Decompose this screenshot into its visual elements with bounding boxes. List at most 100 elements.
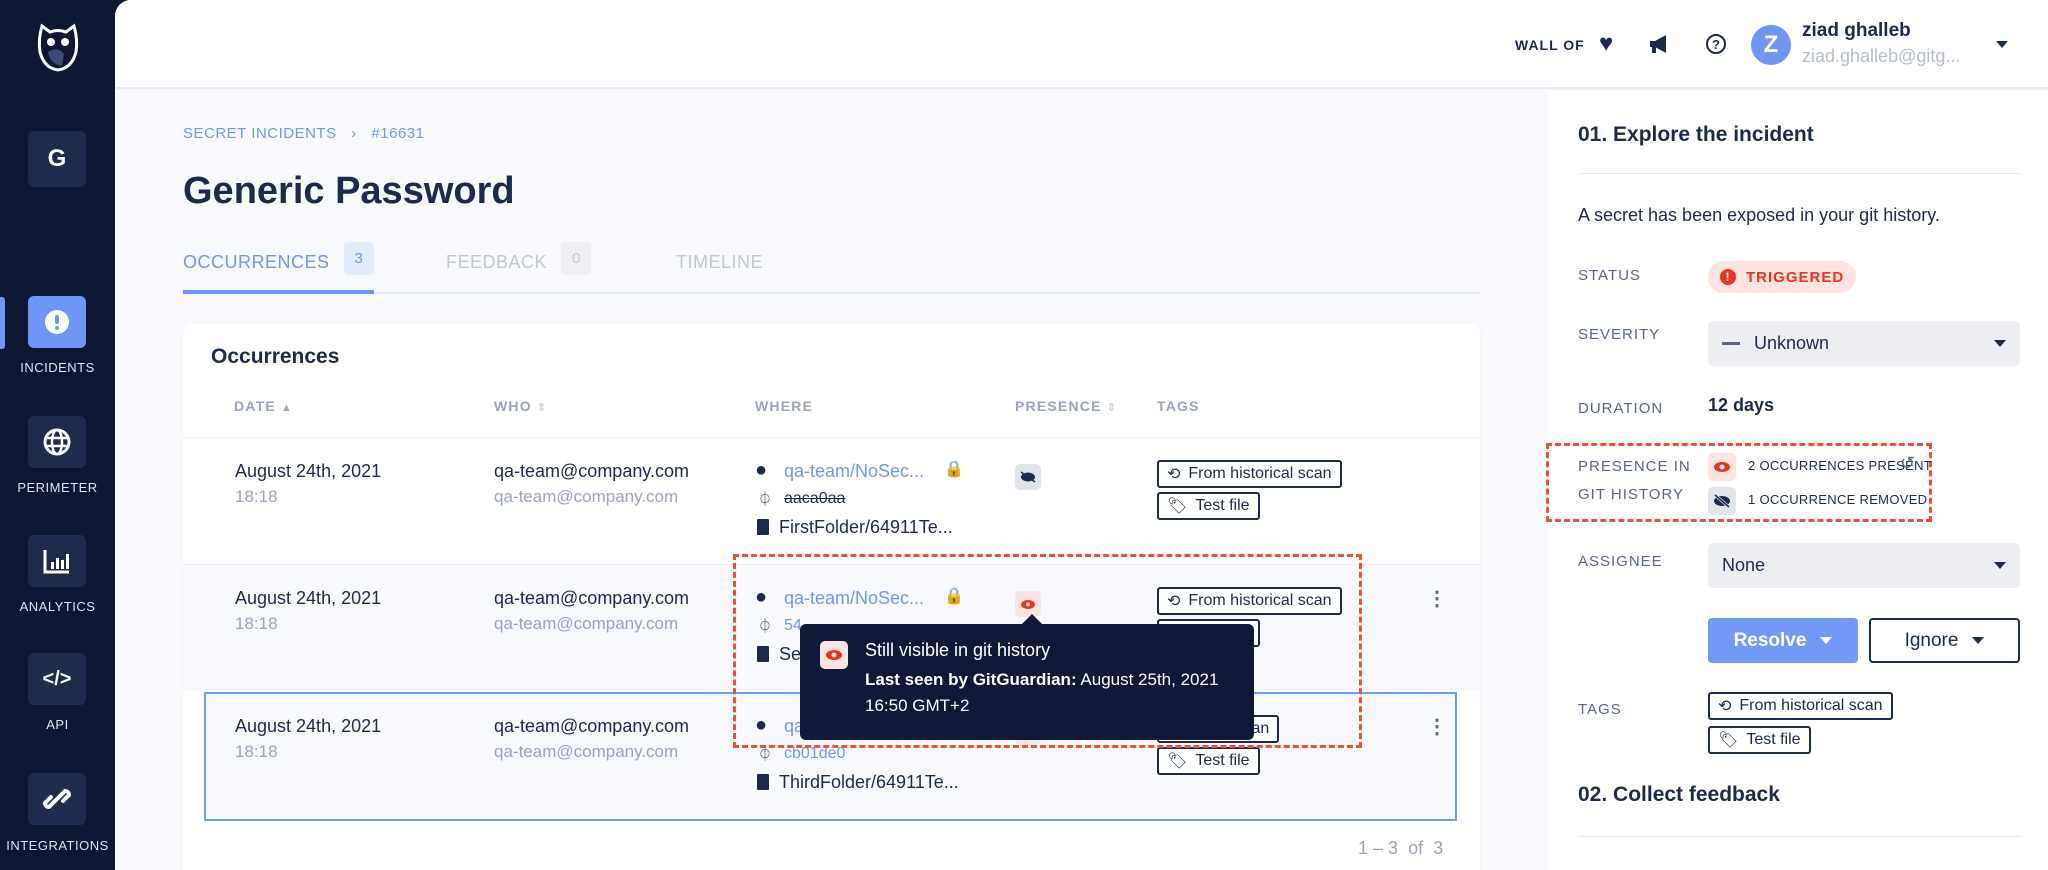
breadcrumb: SECRET INCIDENTS › #16631 bbox=[183, 125, 424, 142]
tab-feedback[interactable]: FEEDBACK 0 bbox=[446, 242, 592, 275]
divider bbox=[1578, 173, 2022, 174]
org-switcher[interactable]: G bbox=[28, 131, 86, 187]
kebab-menu-icon[interactable]: ⋮ bbox=[1427, 586, 1447, 611]
tab-count: 3 bbox=[343, 242, 374, 275]
tag-icon: 🏷 bbox=[1718, 732, 1739, 749]
sidebar-item-perimeter[interactable] bbox=[28, 416, 86, 468]
resolve-label: Resolve bbox=[1733, 629, 1807, 651]
tag-label: Test file bbox=[1746, 731, 1801, 748]
tag-label: Test file bbox=[1195, 752, 1250, 769]
ignore-button[interactable]: Ignore bbox=[1869, 618, 2020, 663]
pagination-range: 1 – 3 bbox=[1358, 838, 1399, 858]
gitguardian-owl-logo[interactable] bbox=[36, 22, 80, 72]
eye-icon bbox=[820, 641, 848, 669]
section-title: 02. Collect feedback bbox=[1578, 783, 1780, 806]
sort-icon: ⇕ bbox=[536, 402, 548, 414]
tooltip-label: Last seen by GitGuardian: bbox=[865, 670, 1077, 689]
status-value: TRIGGERED bbox=[1746, 268, 1845, 286]
alert-icon: ! bbox=[1720, 269, 1736, 285]
pagination: 1 – 3 of 3 bbox=[1358, 838, 1443, 859]
occurrences-title: Occurrences bbox=[211, 345, 340, 368]
column-tags: TAGS bbox=[1157, 398, 1200, 414]
panel-description: A secret has been exposed in your git hi… bbox=[1578, 205, 1940, 225]
occurrence-date: August 24th, 2021 bbox=[235, 716, 382, 736]
occurrence-date: August 24th, 2021 bbox=[235, 588, 382, 608]
user-menu-caret-icon[interactable] bbox=[1996, 41, 2008, 48]
tab-occurrences[interactable]: OCCURRENCES 3 bbox=[183, 242, 374, 294]
tab-count: 0 bbox=[561, 242, 592, 275]
author-email: qa-team@company.com bbox=[494, 461, 690, 481]
presence-label: PRESENCE IN bbox=[1578, 458, 1691, 475]
sidebar-label: INCIDENTS bbox=[20, 360, 95, 375]
eye-slash-icon bbox=[1708, 487, 1736, 515]
avatar-initial: Z bbox=[1763, 31, 1779, 58]
history-icon: ⟲ bbox=[1167, 466, 1181, 483]
tag: 🏷 Test file bbox=[1157, 747, 1260, 775]
assignee-value: None bbox=[1722, 555, 1766, 575]
file-path[interactable]: FirstFolder/64911Te... bbox=[779, 517, 953, 538]
column-who[interactable]: WHO ⇕ bbox=[494, 398, 547, 414]
avatar[interactable]: Z bbox=[1751, 25, 1791, 65]
author-email: qa-team@company.com bbox=[494, 716, 690, 736]
occurrences-removed: 1 OCCURRENCE REMOVED bbox=[1748, 492, 1928, 507]
refresh-icon[interactable]: ↺ bbox=[1900, 453, 1915, 474]
tooltip-body: Last seen by GitGuardian: August 25th, 2… bbox=[865, 667, 1234, 719]
sidebar-item-integrations[interactable] bbox=[28, 773, 86, 825]
tag: 🏷 Test file bbox=[1708, 726, 1811, 754]
sidebar-label: API bbox=[46, 717, 69, 732]
tag-label: From historical scan bbox=[1188, 465, 1332, 482]
severity-select[interactable]: Unknown bbox=[1708, 321, 2020, 366]
sidebar-item-analytics[interactable] bbox=[28, 535, 86, 587]
dash-icon bbox=[1722, 342, 1740, 345]
panel-title: 01. Explore the incident bbox=[1578, 123, 1814, 146]
severity-value: Unknown bbox=[1754, 333, 1830, 353]
kebab-menu-icon[interactable]: ⋮ bbox=[1427, 714, 1447, 739]
eye-slash-icon[interactable] bbox=[1015, 464, 1041, 490]
pagination-total: 3 bbox=[1433, 838, 1444, 858]
column-date[interactable]: DATE ▲ bbox=[234, 398, 293, 414]
help-icon[interactable]: ? bbox=[1705, 33, 1727, 55]
incident-panel: 01. Explore the incident A secret has be… bbox=[1546, 91, 2048, 870]
occurrence-time: 18:18 bbox=[235, 614, 278, 633]
wall-of-love-link[interactable]: WALL OF bbox=[1515, 37, 1585, 53]
eye-icon bbox=[1708, 453, 1736, 481]
repository-link[interactable]: qa-team/NoSec... bbox=[784, 461, 924, 482]
tab-label: OCCURRENCES bbox=[183, 252, 330, 272]
resolve-button[interactable]: Resolve bbox=[1708, 618, 1858, 663]
sidebar-item-incidents[interactable] bbox=[28, 296, 86, 348]
sidebar-item-api[interactable]: </> bbox=[28, 653, 86, 705]
main-area: WALL OF ♥ ? Z ziad ghalleb ziad.ghalleb@… bbox=[115, 0, 2048, 870]
assignee-select[interactable]: None bbox=[1708, 543, 2020, 588]
column-label: WHO bbox=[494, 398, 532, 414]
commit-sha[interactable]: aaca0aa bbox=[784, 490, 845, 508]
pagination-of: of bbox=[1408, 838, 1424, 858]
assignee-label: ASSIGNEE bbox=[1578, 553, 1663, 570]
tag: ⟲ From historical scan bbox=[1157, 460, 1342, 488]
lock-icon: 🔒 bbox=[944, 461, 964, 478]
presence-label: GIT HISTORY bbox=[1578, 486, 1685, 503]
tab-timeline[interactable]: TIMELINE bbox=[676, 252, 763, 273]
breadcrumb-root[interactable]: SECRET INCIDENTS bbox=[183, 125, 337, 142]
commit-icon: ⏀ bbox=[758, 491, 772, 507]
column-label: DATE bbox=[234, 398, 276, 414]
ignore-label: Ignore bbox=[1904, 629, 1959, 651]
file-path[interactable]: ThirdFolder/64911Te... bbox=[779, 772, 959, 793]
link-icon bbox=[43, 788, 71, 810]
column-label: PRESENCE bbox=[1015, 398, 1102, 414]
sidebar-label: INTEGRATIONS bbox=[6, 838, 109, 853]
breadcrumb-separator: › bbox=[351, 125, 357, 142]
column-presence[interactable]: PRESENCE ⇕ bbox=[1015, 398, 1117, 414]
column-where: WHERE bbox=[755, 398, 813, 414]
divider bbox=[1578, 836, 2022, 837]
file-code-icon bbox=[757, 774, 769, 790]
duration-value: 12 days bbox=[1708, 395, 1775, 415]
committer-email: qa-team@company.com bbox=[494, 487, 679, 506]
heart-icon[interactable]: ♥ bbox=[1599, 30, 1613, 58]
active-indicator bbox=[0, 297, 5, 349]
megaphone-icon[interactable] bbox=[1648, 34, 1670, 54]
tooltip-arrow bbox=[1022, 614, 1042, 624]
status-label: STATUS bbox=[1578, 267, 1641, 284]
tag-icon: 🏷 bbox=[1167, 498, 1188, 515]
file-code-icon bbox=[757, 519, 769, 535]
presence-tooltip: Still visible in git history Last seen b… bbox=[800, 614, 1254, 740]
